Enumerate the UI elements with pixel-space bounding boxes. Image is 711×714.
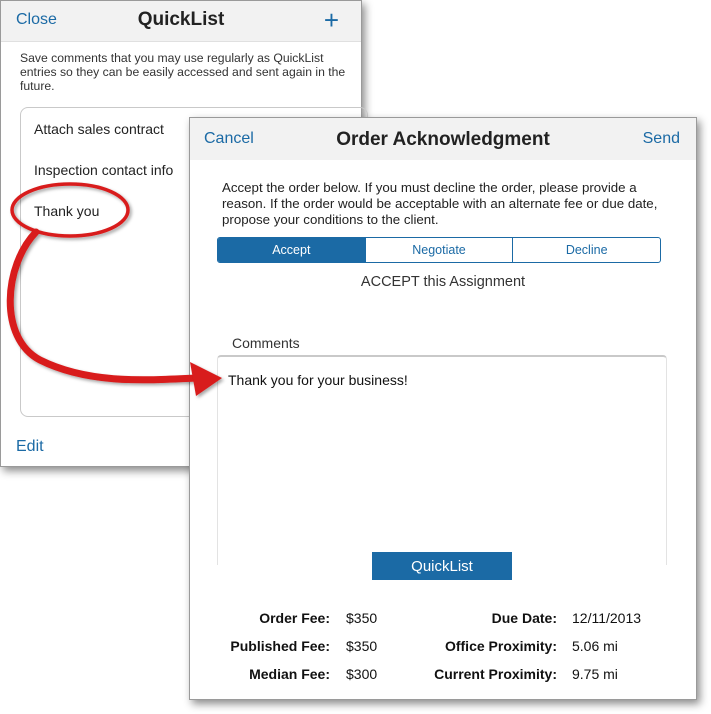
order-nav-bar: Cancel Order Acknowledgment Send [190, 118, 696, 160]
order-fee-label: Order Fee: [259, 610, 330, 626]
median-fee-value: $300 [346, 666, 378, 682]
list-item[interactable]: Attach sales contract [34, 121, 164, 137]
list-item[interactable]: Inspection contact info [34, 162, 173, 178]
comments-textarea[interactable]: Thank you for your business! [217, 355, 667, 565]
quicklist-nav-bar: Close QuickList + [1, 1, 361, 42]
segment-negotiate[interactable]: Negotiate [366, 238, 514, 262]
office-proximity-label: Office Proximity: [444, 638, 557, 654]
due-date-value: 12/11/2013 [572, 610, 642, 626]
add-entry-button[interactable]: + [324, 5, 339, 36]
order-acknowledgment-panel: Cancel Order Acknowledgment Send Accept … [189, 117, 697, 700]
order-title: Order Acknowledgment [336, 129, 550, 150]
order-fee-value: $350 [346, 610, 378, 626]
median-fee-label: Median Fee: [249, 666, 330, 682]
due-date-label: Due Date: [491, 610, 557, 626]
published-fee-value: $350 [346, 638, 378, 654]
quicklist-description: Save comments that you may use regularly… [20, 51, 346, 93]
assignment-status: ACCEPT this Assignment [360, 274, 526, 290]
comments-label: Comments [232, 335, 300, 351]
send-button[interactable]: Send [643, 130, 680, 148]
quicklist-title: QuickList [137, 9, 225, 30]
response-segmented-control: Accept Negotiate Decline [217, 237, 661, 263]
current-proximity-label: Current Proximity: [434, 666, 557, 682]
published-fee-label: Published Fee: [230, 638, 330, 654]
segment-accept[interactable]: Accept [218, 238, 366, 262]
current-proximity-value: 9.75 mi [572, 666, 618, 682]
list-item[interactable]: Thank you [34, 203, 99, 219]
office-proximity-value: 5.06 mi [572, 638, 618, 654]
edit-button[interactable]: Edit [16, 438, 44, 456]
quicklist-button[interactable]: QuickList [372, 552, 512, 580]
segment-decline[interactable]: Decline [513, 238, 660, 262]
order-description: Accept the order below. If you must decl… [222, 180, 658, 227]
